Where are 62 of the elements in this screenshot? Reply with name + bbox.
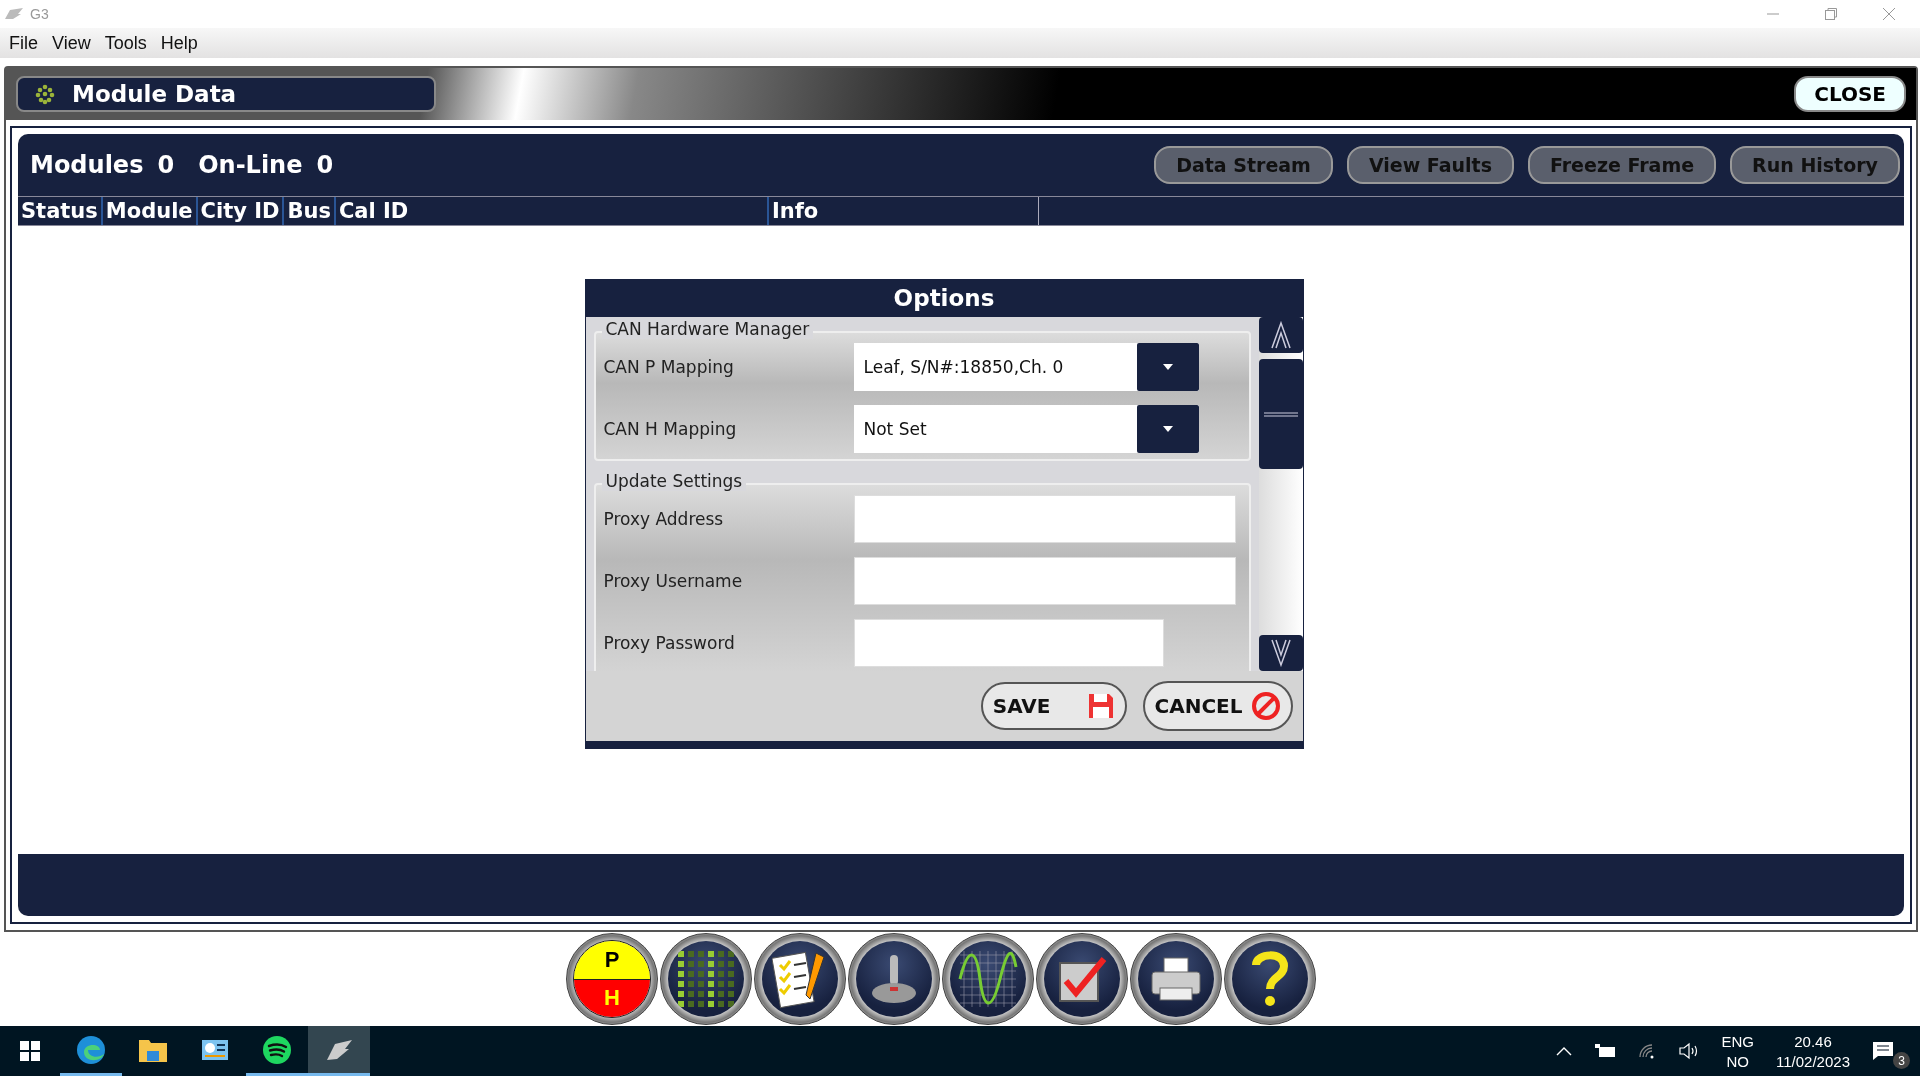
battery-charging-icon[interactable] (1593, 1044, 1616, 1058)
clock-time[interactable]: 20.46 (1794, 1032, 1832, 1050)
scroll-down-button[interactable] (1258, 635, 1303, 671)
grip-lines-icon (1263, 411, 1298, 417)
p-label: P (574, 941, 650, 980)
field-label: Proxy Password (603, 633, 736, 653)
app-logo-icon (4, 7, 24, 21)
menu-item[interactable]: Tools (99, 30, 152, 56)
group-title: Update Settings (601, 471, 747, 491)
chevron-down-icon (1269, 639, 1292, 667)
menu-item[interactable]: File (4, 30, 43, 56)
music-app-icon (263, 1035, 291, 1064)
feather-logo-icon (325, 1037, 353, 1062)
dropdown-caret-icon (1162, 426, 1173, 432)
group-title: CAN Hardware Manager (601, 319, 814, 339)
checklist-pencil-icon (772, 949, 828, 1009)
field-label: Proxy Username (603, 571, 744, 591)
field-label: CAN H Mapping (603, 419, 738, 439)
notification-count-badge: 3 (1893, 1052, 1910, 1069)
field-label: Proxy Address (603, 509, 725, 529)
browser-icon (76, 1034, 106, 1065)
field-label: CAN P Mapping (603, 357, 735, 377)
modules-label: Modules (30, 151, 144, 179)
restore-icon[interactable] (1824, 7, 1838, 21)
region-label[interactable]: NO (1726, 1052, 1749, 1070)
h-label: H (574, 979, 650, 1017)
control-panel-icon (201, 1037, 229, 1062)
module-cluster-icon (34, 83, 56, 105)
dropdown-caret-icon (1162, 364, 1173, 370)
printer-icon (1148, 954, 1204, 1004)
scrollbar-thumb[interactable] (1258, 359, 1303, 469)
window-title: G3 (30, 6, 49, 22)
module-data-title: Module Data (72, 81, 237, 107)
cancel-button[interactable]: CANCEL (1142, 681, 1293, 731)
wifi-icon[interactable] (1637, 1043, 1656, 1059)
column-header: Info (770, 198, 820, 225)
windows-logo-icon (20, 1041, 40, 1061)
speaker-icon[interactable] (1677, 1042, 1700, 1060)
taskbar-app[interactable] (308, 1026, 370, 1076)
mapping-dropdown[interactable]: Leaf, S/N#:18850,Ch. 0 (853, 343, 1199, 391)
language-label[interactable]: ENG (1721, 1032, 1755, 1050)
mapping-dropdown[interactable]: Not Set (853, 405, 1199, 453)
question-mark-icon (1250, 949, 1290, 1009)
prohibited-icon (1250, 691, 1281, 721)
chevron-up-icon[interactable] (1555, 1046, 1572, 1056)
dialog-title: Options (892, 284, 996, 313)
modules-count: 0 (157, 151, 175, 179)
password-input-field[interactable] (853, 619, 1164, 667)
close-icon[interactable] (1882, 7, 1896, 21)
online-label: On-Line (198, 151, 303, 179)
toolbar-button[interactable]: P H (566, 933, 658, 1025)
menu-item[interactable]: View (47, 30, 96, 56)
save-button[interactable]: SAVE (980, 682, 1127, 730)
scroll-up-button[interactable] (1258, 317, 1303, 353)
notification-icon[interactable] (1872, 1041, 1894, 1061)
online-count: 0 (316, 151, 334, 179)
text-input-field[interactable] (853, 557, 1236, 605)
close-button[interactable]: CLOSE (1794, 76, 1906, 112)
text-input-field[interactable] (853, 495, 1236, 543)
chevron-up-icon (1269, 321, 1292, 349)
clock-date[interactable]: 11/02/2023 (1776, 1052, 1850, 1070)
menu-item[interactable]: Help (155, 30, 203, 56)
